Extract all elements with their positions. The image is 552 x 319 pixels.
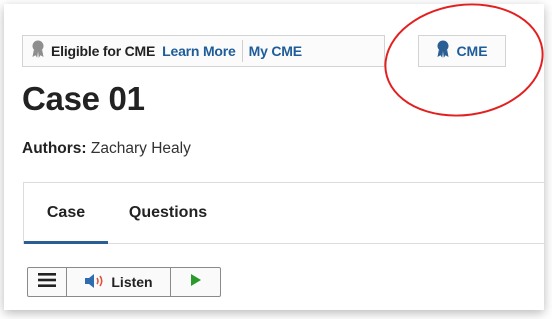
- page-title: Case 01: [22, 80, 145, 117]
- play-button[interactable]: [170, 268, 220, 296]
- tab-case[interactable]: Case: [24, 183, 108, 244]
- authors-names: Zachary Healy: [90, 140, 191, 157]
- authors-prefix: Authors:: [22, 140, 87, 157]
- cme-button-label: CME: [456, 43, 488, 59]
- award-ribbon-icon: [436, 40, 450, 63]
- my-cme-link[interactable]: My CME: [249, 43, 302, 59]
- case-card: Eligible for CME Learn More My CME CME C…: [4, 4, 544, 310]
- audio-toolbar: Listen: [27, 267, 221, 297]
- tab-questions[interactable]: Questions: [108, 183, 228, 243]
- divider: [241, 40, 243, 62]
- cme-button[interactable]: CME: [418, 35, 506, 67]
- cme-eligible-label: Eligible for CME: [51, 43, 156, 59]
- play-icon: [190, 273, 202, 292]
- menu-button[interactable]: [28, 268, 66, 296]
- listen-label: Listen: [111, 274, 153, 290]
- learn-more-link[interactable]: Learn More: [162, 43, 236, 59]
- listen-button[interactable]: Listen: [66, 268, 170, 296]
- hamburger-menu-icon: [38, 272, 56, 292]
- speaker-icon: [84, 273, 106, 292]
- authors-line: Authors: Zachary Healy: [22, 140, 191, 158]
- tab-bar: Case Questions: [23, 182, 544, 244]
- cme-bar: Eligible for CME Learn More My CME: [22, 35, 385, 67]
- award-ribbon-icon: [31, 40, 45, 63]
